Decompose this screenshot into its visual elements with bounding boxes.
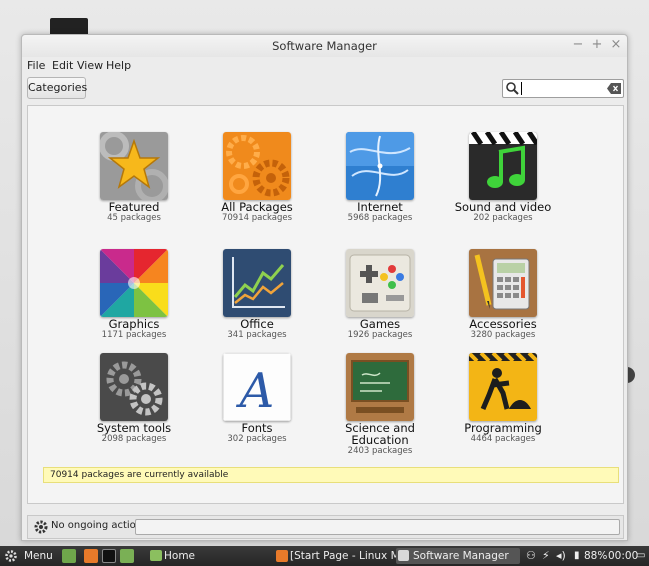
package-count: 2403 packages: [347, 446, 413, 456]
category-label: Graphics: [108, 317, 160, 331]
category-all-packages[interactable]: All Packages 70914 packages: [202, 132, 312, 224]
category-label: Fonts: [241, 421, 273, 435]
category-accessories[interactable]: Accessories 3280 packages: [448, 249, 558, 341]
color-wheel-icon: [100, 249, 168, 317]
category-internet[interactable]: Internet 5968 packages: [325, 132, 435, 224]
clear-search-icon[interactable]: [607, 83, 621, 94]
user-icon[interactable]: ⚇: [526, 546, 536, 566]
menu-view[interactable]: View: [77, 59, 103, 72]
package-count: 341 packages: [227, 330, 287, 340]
maximize-icon[interactable]: +: [590, 38, 604, 52]
category-label: All Packages: [221, 200, 293, 214]
category-label: Science and Education: [345, 421, 415, 447]
folder-icon: [150, 550, 162, 561]
package-count: 5968 packages: [347, 213, 413, 223]
music-clapper-icon: [469, 132, 537, 200]
category-programming[interactable]: Programming 4464 packages: [448, 353, 558, 445]
category-featured[interactable]: Featured 45 packages: [79, 132, 189, 224]
category-graphics[interactable]: Graphics 1171 packages: [79, 249, 189, 341]
browser-window-icon: [276, 550, 288, 562]
terminal-launcher-icon[interactable]: [102, 549, 116, 563]
text-cursor: [521, 82, 522, 95]
package-count: 2098 packages: [101, 434, 167, 444]
category-fonts[interactable]: A Fonts 302 packages: [202, 353, 312, 445]
menu-edit[interactable]: Edit: [52, 59, 73, 72]
package-count: 1171 packages: [101, 330, 167, 340]
menu-file[interactable]: File: [27, 59, 45, 72]
category-science-and-education[interactable]: Science and Education 2403 packages: [325, 353, 435, 457]
menu-help[interactable]: Help: [106, 59, 131, 72]
construction-sign-icon: [469, 353, 537, 421]
menu-gear-icon[interactable]: [4, 549, 18, 563]
category-label: Office: [240, 317, 274, 331]
category-label: Accessories: [469, 317, 537, 331]
category-office[interactable]: Office 341 packages: [202, 249, 312, 341]
package-count: 70914 packages: [221, 213, 293, 223]
network-icon[interactable]: ⚡: [542, 546, 550, 566]
categories-panel: Featured 45 packages All Packages 70914 …: [27, 105, 624, 504]
desktop-edge-handle: [627, 367, 635, 383]
progress-bar: [135, 519, 620, 535]
category-games[interactable]: Games 1926 packages: [325, 249, 435, 341]
taskbar-home[interactable]: Home: [164, 546, 195, 566]
chalkboard-icon: [346, 353, 414, 421]
window-title: Software Manager: [272, 39, 377, 53]
title-bar[interactable]: Software Manager − + ×: [22, 35, 627, 57]
gear-icon[interactable]: [33, 519, 49, 535]
software-manager-window: Software Manager − + × File Edit View He…: [21, 34, 628, 541]
taskbar-browser-window[interactable]: [Start Page - Linux M...: [290, 546, 410, 566]
category-label: Internet: [357, 200, 403, 214]
categories-button[interactable]: Categories: [27, 77, 87, 99]
category-sound-and-video[interactable]: Sound and video 202 packages: [448, 132, 558, 224]
minimize-icon[interactable]: −: [571, 38, 585, 52]
close-icon[interactable]: ×: [609, 38, 623, 52]
globe-icon: [346, 132, 414, 200]
menu-bar: File Edit View Help: [22, 57, 627, 75]
package-count: 4464 packages: [470, 434, 536, 444]
category-label: Programming: [464, 421, 542, 435]
star-icon: [100, 132, 168, 200]
ongoing-actions-label: No ongoing actions: [51, 520, 148, 531]
files-launcher-icon[interactable]: [120, 549, 134, 563]
category-system-tools[interactable]: System tools 2098 packages: [79, 353, 189, 445]
taskbar-software-manager[interactable]: Software Manager: [396, 548, 520, 564]
taskbar-software-manager-label: Software Manager: [413, 550, 509, 562]
menu-button[interactable]: Menu: [24, 546, 53, 566]
category-label: System tools: [96, 421, 172, 435]
package-count: 45 packages: [107, 213, 161, 223]
svg-text:A: A: [236, 363, 275, 419]
font-icon: A: [223, 353, 291, 421]
battery-percent: 88%: [584, 550, 608, 562]
category-label: Featured: [108, 200, 160, 214]
firefox-launcher-icon[interactable]: [84, 549, 98, 563]
clock[interactable]: 00:00: [608, 546, 638, 566]
battery-icon[interactable]: ▮: [574, 546, 580, 566]
category-label: Games: [359, 317, 401, 331]
software-manager-icon: [398, 550, 409, 561]
gears-icon: [223, 132, 291, 200]
package-count: 1926 packages: [347, 330, 413, 340]
system-gears-icon: [100, 353, 168, 421]
package-count: 3280 packages: [470, 330, 536, 340]
search-input[interactable]: [502, 79, 624, 98]
volume-icon[interactable]: ◂): [556, 546, 566, 566]
taskbar: Menu Home [Start Page - Linux M... Softw…: [0, 546, 649, 566]
packages-available-note: 70914 packages are currently available: [43, 467, 619, 483]
show-desktop-icon[interactable]: [62, 549, 76, 563]
package-count: 202 packages: [473, 213, 533, 223]
game-controller-icon: [346, 249, 414, 317]
display-icon[interactable]: ▭: [636, 546, 645, 566]
actions-bar: No ongoing actions: [27, 515, 624, 539]
category-label: Sound and video: [454, 200, 552, 214]
package-count: 302 packages: [227, 434, 287, 444]
line-chart-icon: [223, 249, 291, 317]
search-icon: [506, 82, 519, 95]
calculator-icon: [469, 249, 537, 317]
